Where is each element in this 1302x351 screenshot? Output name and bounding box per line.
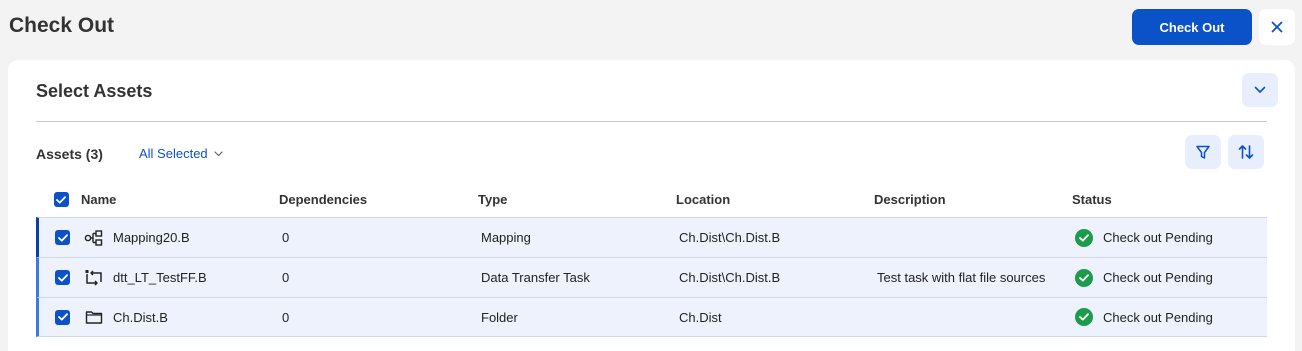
selection-filter-label: All Selected [139, 146, 208, 161]
close-button[interactable] [1259, 9, 1295, 45]
asset-name: Mapping20.B [113, 230, 190, 245]
column-header-status[interactable]: Status [1072, 192, 1262, 207]
asset-dependencies: 0 [282, 309, 290, 325]
section-title: Select Assets [36, 81, 153, 101]
close-icon [1271, 21, 1283, 33]
column-header-description[interactable]: Description [874, 192, 1072, 207]
asset-name: Ch.Dist.B [113, 309, 168, 325]
check-circle-icon [1075, 268, 1093, 287]
table-row[interactable]: Mapping20.B 0 Mapping Ch.Dist\Ch.Dist.B … [36, 217, 1267, 257]
section-divider [36, 121, 1267, 122]
column-header-location[interactable]: Location [676, 192, 874, 207]
chevron-down-icon [214, 150, 223, 156]
sort-icon [1238, 145, 1254, 159]
assets-table: Name Dependencies Type Location Descript… [36, 182, 1267, 337]
asset-status: Check out Pending [1103, 309, 1213, 325]
table-row[interactable]: dtt_LT_TestFF.B 0 Data Transfer Task Ch.… [36, 257, 1267, 297]
asset-dependencies: 0 [282, 230, 290, 245]
filter-button[interactable] [1185, 135, 1221, 169]
page-title: Check Out [9, 14, 115, 37]
checkmark-icon [57, 233, 68, 241]
row-checkbox[interactable] [55, 230, 70, 245]
asset-location: Ch.Dist\Ch.Dist.B [679, 230, 781, 245]
selection-filter-dropdown[interactable]: All Selected [139, 146, 223, 161]
data-transfer-icon [84, 268, 104, 288]
asset-location: Ch.Dist [679, 309, 722, 325]
sort-button[interactable] [1228, 135, 1264, 169]
asset-name: dtt_LT_TestFF.B [113, 270, 207, 285]
filter-icon [1196, 145, 1210, 159]
collapse-section-button[interactable] [1242, 73, 1278, 107]
chevron-down-icon [1254, 86, 1266, 93]
column-header-dependencies[interactable]: Dependencies [279, 192, 478, 207]
assets-count-label: Assets (3) [36, 146, 103, 162]
asset-type: Mapping [481, 230, 531, 245]
mapping-icon [84, 228, 104, 248]
check-circle-icon [1075, 228, 1093, 247]
column-header-name[interactable]: Name [81, 192, 279, 207]
select-assets-panel: Select Assets Assets (3) All Selected Na… [8, 60, 1295, 351]
checkmark-icon [57, 273, 68, 281]
checkmark-icon [57, 313, 68, 321]
checkmark-icon [56, 195, 66, 203]
table-row[interactable]: Ch.Dist.B 0 Folder Ch.Dist Check out Pen… [36, 297, 1267, 337]
row-checkbox[interactable] [55, 309, 70, 325]
asset-description: Test task with flat file sources [877, 270, 1046, 285]
check-circle-icon [1075, 308, 1093, 326]
asset-status: Check out Pending [1103, 230, 1213, 245]
asset-location: Ch.Dist\Ch.Dist.B [679, 270, 781, 285]
asset-status: Check out Pending [1103, 270, 1213, 285]
asset-dependencies: 0 [282, 270, 290, 285]
column-header-type[interactable]: Type [478, 192, 676, 207]
folder-icon [84, 307, 104, 327]
select-all-checkbox[interactable] [53, 192, 69, 207]
row-checkbox[interactable] [55, 270, 70, 285]
asset-type: Data Transfer Task [481, 270, 590, 285]
check-out-button[interactable]: Check Out [1132, 9, 1252, 45]
asset-type: Folder [481, 309, 518, 325]
table-header: Name Dependencies Type Location Descript… [36, 182, 1267, 217]
